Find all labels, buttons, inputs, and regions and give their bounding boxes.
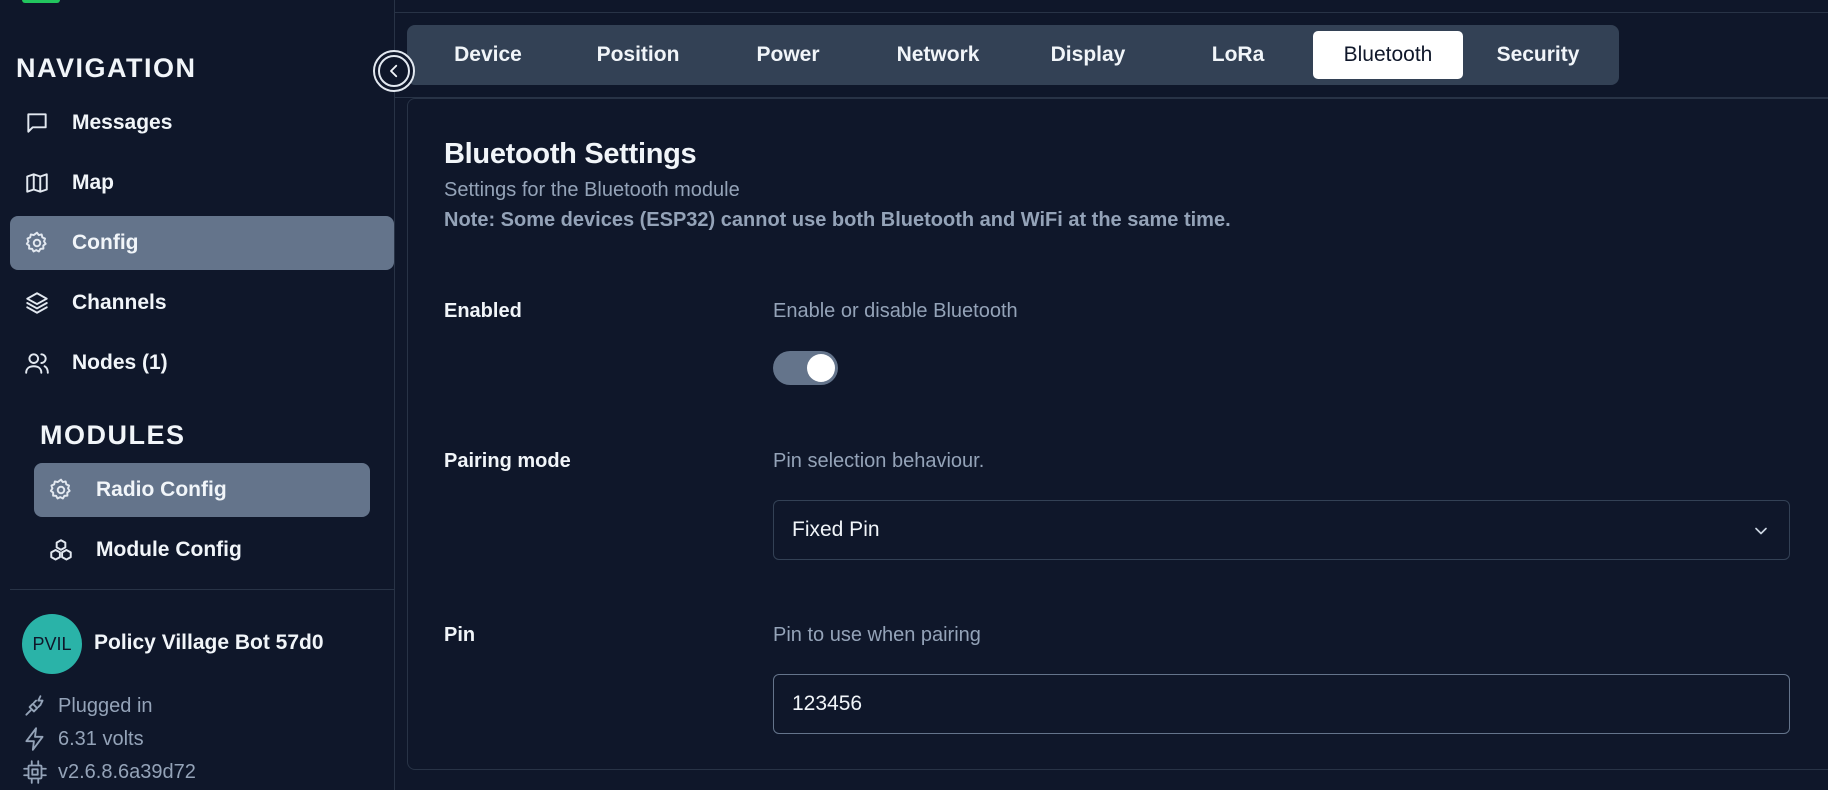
enabled-description: Enable or disable Bluetooth xyxy=(773,300,1018,322)
sidebar-item-config[interactable]: Config xyxy=(10,216,394,270)
tab-network[interactable]: Network xyxy=(863,31,1013,79)
sidebar-item-map[interactable]: Map xyxy=(10,156,394,210)
plug-icon xyxy=(25,695,44,716)
header-divider xyxy=(395,12,1828,13)
sidebar-item-label: Config xyxy=(72,231,139,254)
tab-device[interactable]: Device xyxy=(413,31,563,79)
pairing-mode-description: Pin selection behaviour. xyxy=(773,450,985,472)
collapse-sidebar-button[interactable] xyxy=(373,50,415,92)
sidebar-item-nodes[interactable]: Nodes (1) xyxy=(10,336,394,390)
power-status-text: Plugged in xyxy=(58,694,153,717)
pairing-mode-value: Fixed Pin xyxy=(792,518,880,541)
enabled-label: Enabled xyxy=(444,300,522,322)
boxes-icon xyxy=(46,535,76,565)
config-tabs: Device Position Power Network Display Lo… xyxy=(407,25,1619,85)
firmware-text: v2.6.8.6a39d72 xyxy=(58,760,196,783)
tab-power[interactable]: Power xyxy=(713,31,863,79)
app-root: NAVIGATION Messages Map Config Channels xyxy=(0,0,1828,790)
message-square-icon xyxy=(22,108,52,138)
sidebar-item-label: Messages xyxy=(72,111,173,134)
page-note: Note: Some devices (ESP32) cannot use bo… xyxy=(444,209,1231,231)
device-name: Policy Village Bot 57d0 xyxy=(94,631,324,654)
pin-description: Pin to use when pairing xyxy=(773,624,981,646)
firmware-status: v2.6.8.6a39d72 xyxy=(22,758,196,786)
sidebar-item-label: Channels xyxy=(72,291,167,314)
chevron-left-icon xyxy=(378,55,410,87)
avatar: PVIL xyxy=(22,614,82,674)
sidebar-item-module-config[interactable]: Module Config xyxy=(34,523,370,577)
map-icon xyxy=(22,168,52,198)
sidebar-item-label: Map xyxy=(72,171,114,194)
tab-security[interactable]: Security xyxy=(1463,31,1613,79)
page-title: Bluetooth Settings xyxy=(444,138,697,170)
power-status: Plugged in xyxy=(22,692,153,720)
sidebar-item-label: Nodes (1) xyxy=(72,351,168,374)
voltage-status: 6.31 volts xyxy=(22,725,144,753)
gear-icon xyxy=(46,475,76,505)
sidebar-item-channels[interactable]: Channels xyxy=(10,276,394,330)
sidebar-item-label: Radio Config xyxy=(96,478,227,501)
sidebar-item-messages[interactable]: Messages xyxy=(10,96,394,150)
gear-icon xyxy=(22,228,52,258)
pin-value: 123456 xyxy=(792,692,863,715)
chevron-down-icon xyxy=(1751,521,1771,541)
toggle-knob xyxy=(807,354,835,382)
navigation-title: NAVIGATION xyxy=(16,53,197,83)
tab-bluetooth[interactable]: Bluetooth xyxy=(1313,31,1463,79)
tab-lora[interactable]: LoRa xyxy=(1163,31,1313,79)
pin-label: Pin xyxy=(444,624,476,646)
tab-position[interactable]: Position xyxy=(563,31,713,79)
sidebar-item-radio-config[interactable]: Radio Config xyxy=(34,463,370,517)
logo-fragment xyxy=(22,0,60,3)
modules-title: MODULES xyxy=(40,420,186,450)
layers-icon xyxy=(22,288,52,318)
voltage-text: 6.31 volts xyxy=(58,727,144,750)
users-icon xyxy=(22,348,52,378)
page-subtitle: Settings for the Bluetooth module xyxy=(444,179,740,201)
pin-input[interactable]: 123456 xyxy=(773,674,1790,734)
sidebar-divider xyxy=(10,589,395,590)
tab-display[interactable]: Display xyxy=(1013,31,1163,79)
pairing-mode-label: Pairing mode xyxy=(444,450,571,472)
lightning-icon xyxy=(25,727,44,751)
cpu-icon xyxy=(23,760,47,784)
pairing-mode-select[interactable]: Fixed Pin xyxy=(773,500,1790,560)
sidebar-item-label: Module Config xyxy=(96,538,242,561)
sidebar: NAVIGATION Messages Map Config Channels xyxy=(0,0,395,790)
bluetooth-enabled-toggle[interactable] xyxy=(773,351,838,385)
